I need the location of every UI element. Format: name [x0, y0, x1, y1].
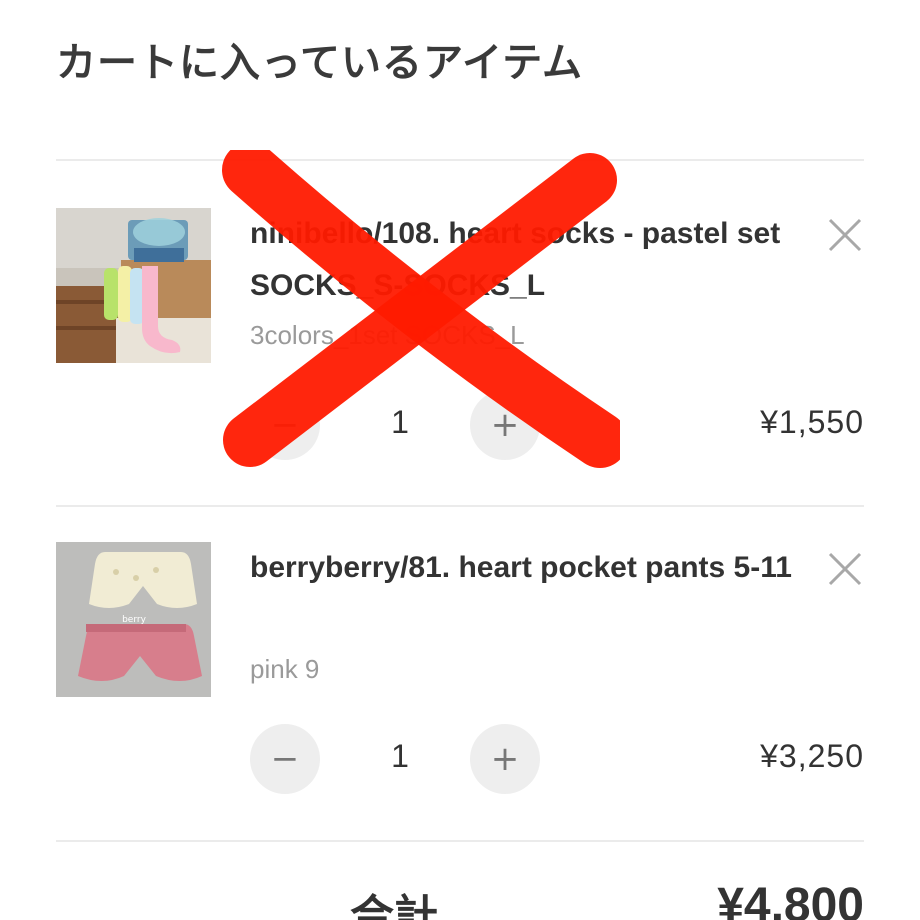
close-icon: [828, 552, 862, 586]
total-label: 合計: [350, 891, 438, 920]
close-icon: [828, 218, 862, 252]
plus-icon: +: [490, 739, 520, 779]
divider-middle: [56, 505, 864, 507]
item-name[interactable]: ninibello/108. heart socks - pastel set …: [250, 208, 810, 312]
item-variant: pink 9: [250, 654, 320, 684]
product-image-socks[interactable]: [56, 208, 211, 363]
cart-item: ninibello/108. heart socks - pastel set …: [56, 208, 864, 508]
total-value: ¥4,800: [717, 879, 864, 920]
decrease-quantity-button[interactable]: −: [250, 724, 320, 794]
remove-item-button[interactable]: [826, 216, 864, 254]
quantity-value: 1: [391, 738, 409, 774]
minus-icon: −: [270, 739, 300, 779]
item-price: ¥1,550: [760, 404, 864, 440]
product-image-pants[interactable]: berry: [56, 542, 211, 697]
page-title: カートに入っているアイテム: [56, 40, 583, 86]
svg-text:berry: berry: [122, 615, 146, 625]
divider-top: [56, 159, 864, 161]
item-price: ¥3,250: [760, 738, 864, 774]
item-name[interactable]: berryberry/81. heart pocket pants 5-11: [250, 542, 810, 594]
quantity-stepper: − 1 + ¥3,250: [250, 724, 864, 796]
increase-quantity-button[interactable]: +: [470, 724, 540, 794]
increase-quantity-button[interactable]: +: [470, 390, 540, 460]
remove-item-button[interactable]: [826, 550, 864, 588]
quantity-stepper: − 1 + ¥1,550: [250, 390, 864, 462]
plus-icon: +: [490, 405, 520, 445]
cart-item: berry berryberry/81. heart pocket pants …: [56, 542, 864, 842]
decrease-quantity-button[interactable]: −: [250, 390, 320, 460]
minus-icon: −: [270, 405, 300, 445]
divider-bottom: [56, 840, 864, 842]
quantity-value: 1: [391, 404, 409, 440]
item-variant: 3colors_1set SOCKS_L: [250, 320, 525, 350]
